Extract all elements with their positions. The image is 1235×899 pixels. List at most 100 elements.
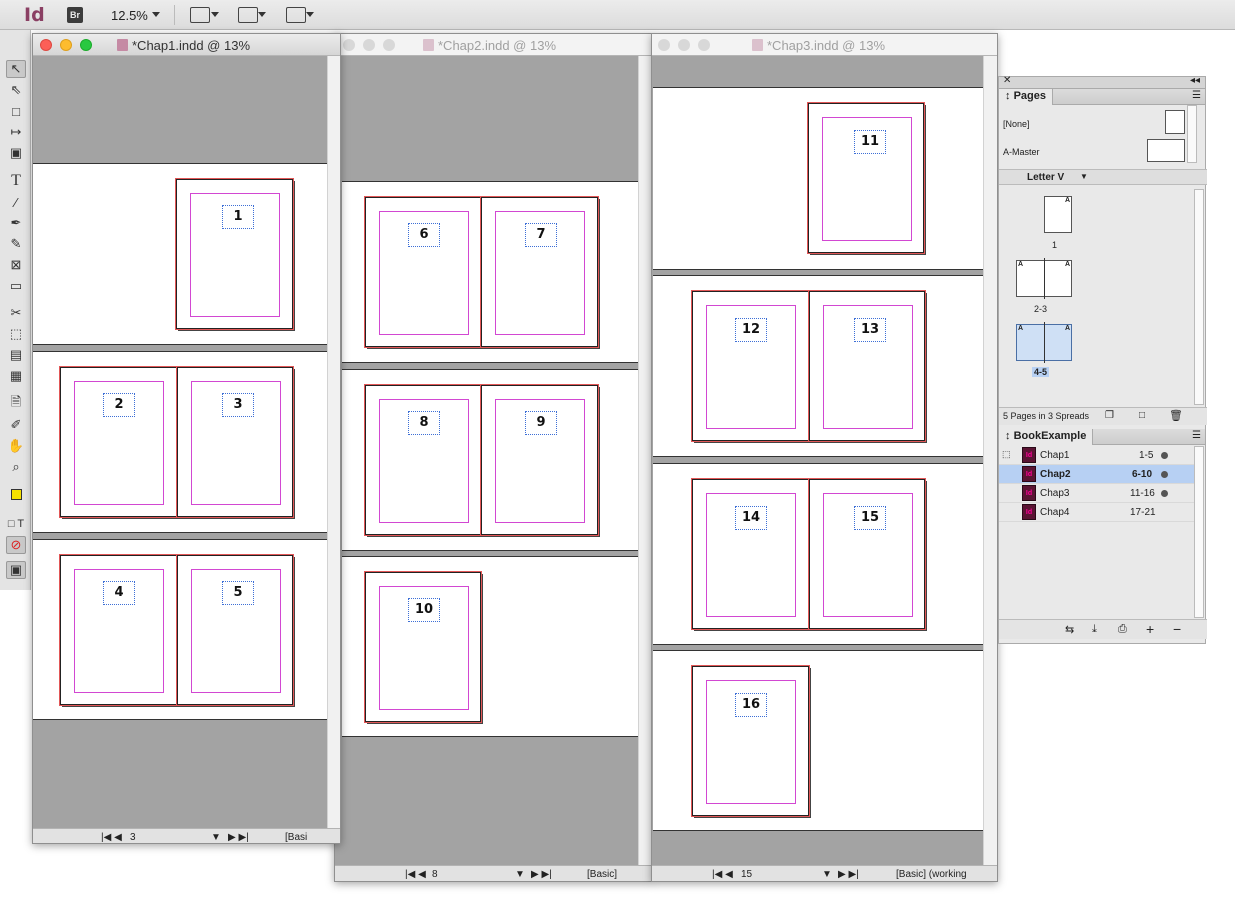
bridge-button[interactable]: Br bbox=[67, 7, 83, 23]
note-tool-icon[interactable]: 🗎 bbox=[6, 394, 26, 413]
minimize-button[interactable] bbox=[60, 39, 72, 51]
page[interactable]: 3 bbox=[177, 367, 293, 517]
style-source-icon[interactable]: ⬚ bbox=[1002, 449, 1011, 460]
close-button[interactable] bbox=[343, 39, 355, 51]
window-titlebar[interactable]: *Chap3.indd @ 13% bbox=[652, 34, 997, 56]
free-transform-tool-icon[interactable]: ⬚ bbox=[6, 325, 26, 343]
arrange-documents-button[interactable] bbox=[286, 7, 306, 23]
zoom-button[interactable] bbox=[698, 39, 710, 51]
page[interactable]: 15 bbox=[809, 479, 925, 629]
fill-stroke-swatch-icon[interactable] bbox=[6, 485, 26, 503]
panel-menu-icon[interactable]: ☰ bbox=[1192, 430, 1201, 441]
next-page-icon[interactable]: ▶ ▶| bbox=[228, 832, 249, 843]
document-window-chap2[interactable]: *Chap2.indd @ 13% 6 7 8 9 10 |◀ ◀ 8 ▼ ▶ … bbox=[334, 33, 652, 882]
page-dropdown-icon[interactable]: ▼ bbox=[211, 832, 221, 843]
page-number-field[interactable]: 3 bbox=[130, 832, 136, 843]
chevron-down-icon[interactable]: ▼ bbox=[1080, 172, 1088, 181]
page[interactable]: 10 bbox=[365, 572, 481, 722]
zoom-level-dropdown[interactable]: 12.5% bbox=[111, 8, 148, 23]
pencil-tool-icon[interactable]: ✎ bbox=[6, 235, 26, 253]
scissors-tool-icon[interactable]: ✂ bbox=[6, 304, 26, 322]
document-window-chap3[interactable]: *Chap3.indd @ 13% 11 12 13 14 15 16 |◀ ◀… bbox=[651, 33, 998, 882]
content-collector-icon[interactable]: ▣ bbox=[6, 144, 26, 162]
page[interactable]: 7 bbox=[481, 197, 598, 347]
apply-none-icon[interactable]: ⊘ bbox=[6, 536, 26, 554]
dock-header[interactable]: ✕ ◂◂ bbox=[999, 75, 1205, 89]
pen-tool-icon[interactable]: ✒ bbox=[6, 214, 26, 232]
screen-mode-normal-icon[interactable]: ▣ bbox=[6, 561, 26, 579]
synchronize-icon[interactable]: ⇆ bbox=[1065, 623, 1074, 636]
a-master-thumbnail[interactable] bbox=[1147, 139, 1185, 162]
book-row-chap3[interactable]: Id Chap3 11-16 bbox=[999, 484, 1194, 503]
first-page-icon[interactable]: |◀ ◀ bbox=[405, 869, 426, 880]
close-button[interactable] bbox=[40, 39, 52, 51]
page[interactable]: 13 bbox=[809, 291, 925, 441]
book-row-chap1[interactable]: ⬚ Id Chap1 1-5 bbox=[999, 446, 1194, 465]
new-page-icon[interactable]: □ bbox=[1139, 410, 1145, 421]
vertical-scrollbar[interactable] bbox=[327, 56, 340, 828]
remove-document-icon[interactable]: − bbox=[1173, 621, 1181, 637]
first-page-icon[interactable]: |◀ ◀ bbox=[712, 869, 733, 880]
page-tool-icon[interactable]: □ bbox=[6, 102, 26, 120]
tab-pages[interactable]: ↕ Pages bbox=[999, 89, 1053, 105]
vertical-scrollbar[interactable] bbox=[983, 56, 997, 866]
spread-thumbnail-selected[interactable]: AA bbox=[1016, 322, 1072, 363]
page-number-field[interactable]: 15 bbox=[741, 869, 752, 880]
line-tool-icon[interactable]: ∕ bbox=[6, 193, 26, 211]
selection-tool-icon[interactable]: ↖ bbox=[6, 60, 26, 78]
eyedropper-tool-icon[interactable]: ✐ bbox=[6, 416, 26, 434]
spread-thumbnail[interactable]: AA bbox=[1016, 258, 1072, 299]
close-icon[interactable]: ✕ bbox=[1003, 75, 1011, 86]
panel-menu-icon[interactable]: ☰ bbox=[1192, 90, 1201, 101]
masters-scrollbar[interactable] bbox=[1187, 105, 1197, 163]
trash-icon[interactable]: 🗑 bbox=[1169, 409, 1183, 422]
master-none-label[interactable]: [None] bbox=[1003, 119, 1030, 129]
collapse-icon[interactable]: ◂◂ bbox=[1190, 75, 1200, 86]
rectangle-tool-icon[interactable]: ▭ bbox=[6, 277, 26, 295]
pages-scrollbar[interactable] bbox=[1194, 189, 1204, 405]
formatting-container-text-icon[interactable]: □ T bbox=[6, 515, 26, 533]
none-master-thumbnail[interactable] bbox=[1165, 110, 1185, 134]
page[interactable]: 5 bbox=[177, 555, 293, 705]
next-page-icon[interactable]: ▶ ▶| bbox=[838, 869, 859, 880]
direct-selection-tool-icon[interactable]: ⇖ bbox=[6, 81, 26, 99]
view-options-button[interactable] bbox=[190, 7, 210, 23]
minimize-button[interactable] bbox=[363, 39, 375, 51]
zoom-tool-icon[interactable]: ⌕ bbox=[6, 458, 26, 476]
page-dropdown-icon[interactable]: ▼ bbox=[515, 869, 525, 880]
page-thumbnail[interactable]: A bbox=[1044, 196, 1072, 233]
tab-bookexample[interactable]: ↕ BookExample bbox=[999, 429, 1094, 445]
hand-tool-icon[interactable]: ✋ bbox=[6, 437, 26, 455]
close-button[interactable] bbox=[658, 39, 670, 51]
zoom-button[interactable] bbox=[80, 39, 92, 51]
edit-page-size-icon[interactable]: ❐ bbox=[1105, 410, 1114, 421]
gradient-feather-tool-icon[interactable]: ▦ bbox=[6, 367, 26, 385]
page[interactable]: 11 bbox=[808, 103, 924, 253]
vertical-scrollbar[interactable] bbox=[638, 56, 651, 866]
page[interactable]: 16 bbox=[692, 666, 809, 816]
page[interactable]: 4 bbox=[60, 555, 177, 705]
page[interactable]: 12 bbox=[692, 291, 809, 441]
gap-tool-icon[interactable]: ↦ bbox=[6, 123, 26, 141]
window-titlebar[interactable]: *Chap1.indd @ 13% bbox=[33, 34, 340, 56]
page-size-dropdown[interactable]: Letter V bbox=[1027, 172, 1064, 183]
book-row-chap4[interactable]: Id Chap4 17-21 bbox=[999, 503, 1194, 522]
page[interactable]: 2 bbox=[60, 367, 177, 517]
page[interactable]: 6 bbox=[365, 197, 481, 347]
page[interactable]: 1 bbox=[176, 179, 293, 329]
book-scrollbar[interactable] bbox=[1194, 446, 1204, 618]
page[interactable]: 9 bbox=[481, 385, 598, 535]
print-book-icon[interactable]: ⎙ bbox=[1118, 623, 1127, 636]
add-document-icon[interactable]: + bbox=[1146, 621, 1154, 637]
zoom-button[interactable] bbox=[383, 39, 395, 51]
page[interactable]: 8 bbox=[365, 385, 481, 535]
type-tool-icon[interactable]: T bbox=[6, 172, 26, 190]
window-titlebar[interactable]: *Chap2.indd @ 13% bbox=[335, 34, 651, 56]
book-row-chap2[interactable]: Id Chap2 6-10 bbox=[999, 465, 1194, 484]
screen-mode-button[interactable] bbox=[238, 7, 258, 23]
rectangle-frame-tool-icon[interactable]: ⊠ bbox=[6, 256, 26, 274]
page-dropdown-icon[interactable]: ▼ bbox=[822, 869, 832, 880]
gradient-swatch-tool-icon[interactable]: ▤ bbox=[6, 346, 26, 364]
page[interactable]: 14 bbox=[692, 479, 809, 629]
first-page-icon[interactable]: |◀ ◀ bbox=[101, 832, 122, 843]
